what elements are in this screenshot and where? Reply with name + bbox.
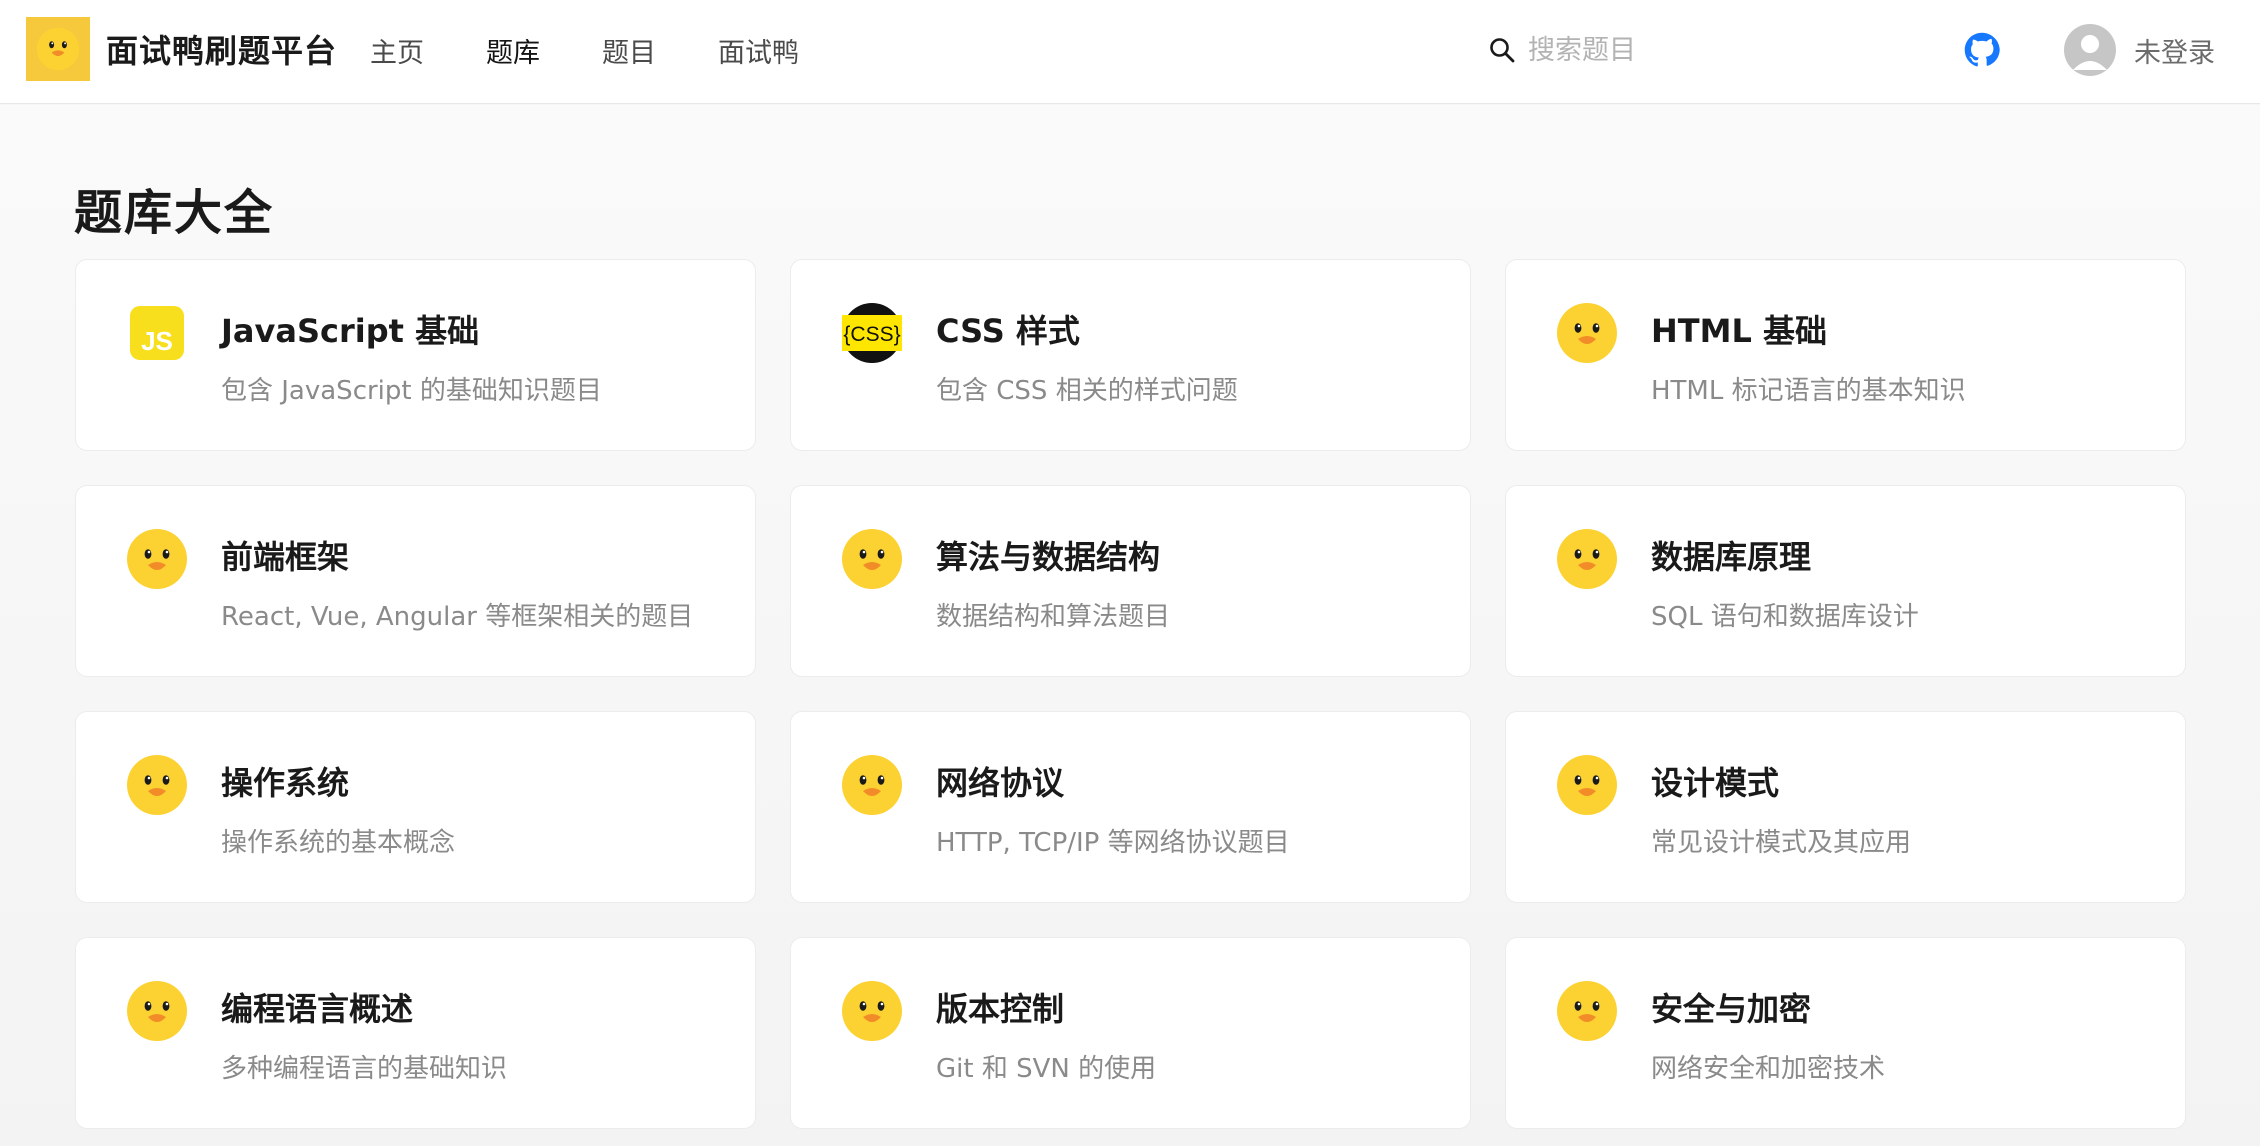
duck-icon <box>1557 755 1617 815</box>
nav-item-questions[interactable]: 题目 <box>602 31 656 70</box>
svg-text:JS: JS <box>141 326 173 356</box>
nav-item-question-banks[interactable]: 题库 <box>486 31 540 70</box>
card-description: Git 和 SVN 的使用 <box>936 1054 1157 1084</box>
duck-icon <box>127 981 187 1041</box>
card-title: 安全与加密 <box>1651 990 1812 1028</box>
question-bank-card[interactable]: 版本控制 Git 和 SVN 的使用 <box>790 937 1471 1129</box>
card-description: 网络安全和加密技术 <box>1651 1054 1886 1084</box>
card-title: 网络协议 <box>936 764 1065 802</box>
avatar-icon <box>2064 24 2116 76</box>
duck-icon <box>26 17 90 81</box>
question-bank-card[interactable]: 编程语言概述 多种编程语言的基础知识 <box>75 937 756 1129</box>
brand-link[interactable]: 面试鸭刷题平台 <box>26 17 337 81</box>
search-input[interactable] <box>1526 30 1886 70</box>
question-bank-card[interactable]: 设计模式 常见设计模式及其应用 <box>1505 711 2186 903</box>
question-bank-card[interactable]: 算法与数据结构 数据结构和算法题目 <box>790 485 1471 677</box>
nav-item-home[interactable]: 主页 <box>370 31 424 70</box>
question-bank-card[interactable]: HTML 基础 HTML 标记语言的基本知识 <box>1505 259 2186 451</box>
nav-item-mianshiya[interactable]: 面试鸭 <box>718 31 799 70</box>
card-title: JavaScript 基础 <box>221 312 480 350</box>
question-bank-card[interactable]: 网络协议 HTTP, TCP/IP 等网络协议题目 <box>790 711 1471 903</box>
main-nav: 主页 题库 题目 面试鸭 <box>370 0 861 100</box>
card-title: 版本控制 <box>936 990 1065 1028</box>
question-bank-card[interactable]: 数据库原理 SQL 语句和数据库设计 <box>1505 485 2186 677</box>
card-description: 包含 JavaScript 的基础知识题目 <box>221 376 602 406</box>
user-menu[interactable]: 未登录 <box>2064 22 2215 78</box>
question-bank-card[interactable]: {CSS} CSS 样式 包含 CSS 相关的样式问题 <box>790 259 1471 451</box>
card-description: 数据结构和算法题目 <box>936 602 1171 632</box>
card-title: 操作系统 <box>221 764 350 802</box>
duck-icon <box>1557 981 1617 1041</box>
duck-icon <box>842 981 902 1041</box>
card-title: 设计模式 <box>1651 764 1780 802</box>
brand-title: 面试鸭刷题平台 <box>106 32 338 70</box>
question-bank-card[interactable]: 前端框架 React, Vue, Angular 等框架相关的题目 <box>75 485 756 677</box>
login-status-label: 未登录 <box>2134 37 2215 69</box>
duck-icon <box>842 529 902 589</box>
js-icon: JS <box>130 306 184 360</box>
css-icon-text: {CSS} <box>843 323 900 346</box>
card-title: CSS 样式 <box>936 312 1080 350</box>
search-icon[interactable] <box>1488 36 1516 64</box>
card-description: HTML 标记语言的基本知识 <box>1651 376 1966 406</box>
card-description: SQL 语句和数据库设计 <box>1651 602 1919 632</box>
card-description: HTTP, TCP/IP 等网络协议题目 <box>936 828 1290 858</box>
css-icon: {CSS} <box>842 303 902 363</box>
question-bank-card[interactable]: 安全与加密 网络安全和加密技术 <box>1505 937 2186 1129</box>
card-description: 包含 CSS 相关的样式问题 <box>936 376 1238 406</box>
duck-icon <box>127 755 187 815</box>
card-title: 编程语言概述 <box>221 990 414 1028</box>
main-content: 题库大全 JS JavaScript 基础 包含 JavaScript 的基础知… <box>0 105 2260 1146</box>
card-title: 算法与数据结构 <box>936 538 1161 576</box>
card-description: 操作系统的基本概念 <box>221 828 456 858</box>
duck-icon <box>1557 529 1617 589</box>
question-bank-grid: JS JavaScript 基础 包含 JavaScript 的基础知识题目 {… <box>75 259 2187 1129</box>
page-title: 题库大全 <box>74 185 275 241</box>
search-bar <box>1488 28 1908 72</box>
question-bank-card[interactable]: JS JavaScript 基础 包含 JavaScript 的基础知识题目 <box>75 259 756 451</box>
card-title: 数据库原理 <box>1651 538 1812 576</box>
duck-icon <box>1557 303 1617 363</box>
card-description: 多种编程语言的基础知识 <box>221 1054 508 1084</box>
card-description: 常见设计模式及其应用 <box>1651 828 1912 858</box>
github-icon[interactable] <box>1964 32 2000 68</box>
card-title: HTML 基础 <box>1651 312 1827 350</box>
top-navbar: 面试鸭刷题平台 主页 题库 题目 面试鸭 未登录 <box>0 0 2260 104</box>
duck-icon <box>842 755 902 815</box>
question-bank-card[interactable]: 操作系统 操作系统的基本概念 <box>75 711 756 903</box>
duck-icon <box>127 529 187 589</box>
card-description: React, Vue, Angular 等框架相关的题目 <box>221 602 694 632</box>
card-title: 前端框架 <box>221 538 350 576</box>
